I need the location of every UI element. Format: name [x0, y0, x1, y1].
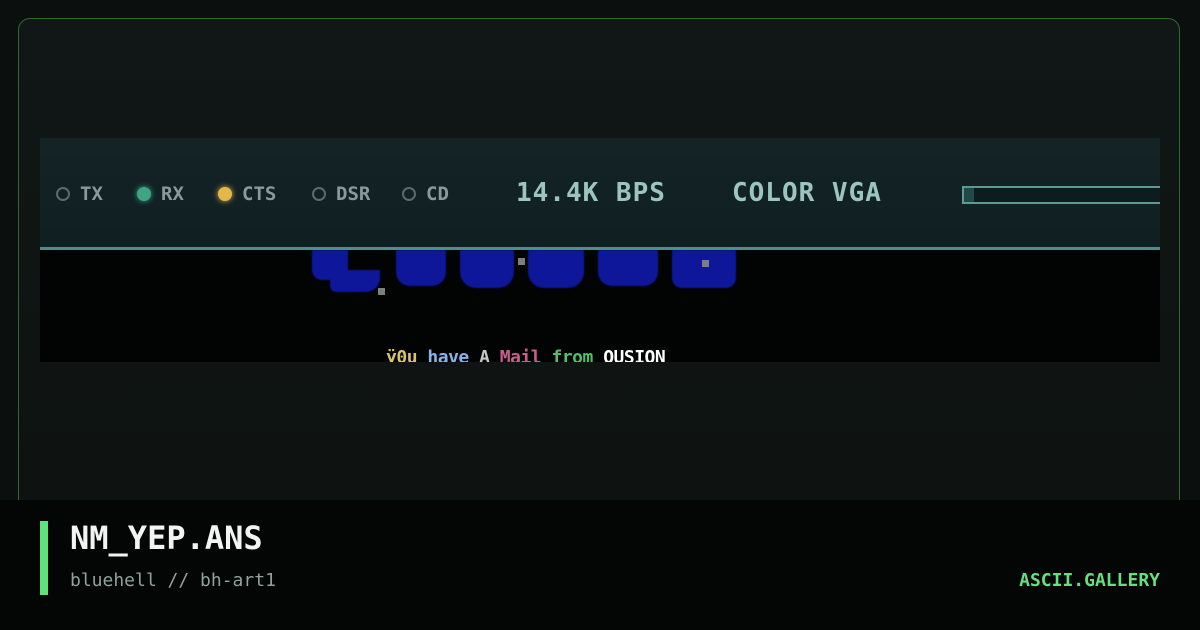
art-letter	[396, 250, 446, 286]
terminal-screen: ÿ0u have A Mail from QUSION TX RX CTS DS…	[40, 138, 1160, 362]
progress-fill	[964, 188, 975, 202]
dsr-led-icon	[312, 187, 326, 201]
indicator-label: DSR	[336, 183, 371, 205]
indicator-dsr: DSR	[312, 182, 370, 206]
indicator-label: RX	[161, 183, 184, 205]
indicator-cts: CTS	[218, 182, 276, 206]
indicator-label: CTS	[242, 183, 277, 205]
file-title: NM_YEP.ANS	[70, 519, 263, 557]
indicator-label: TX	[80, 183, 103, 205]
transfer-progress-bar	[962, 186, 1160, 204]
rx-led-icon	[137, 187, 151, 201]
art-letter	[672, 250, 736, 288]
art-letter	[330, 270, 380, 292]
ansi-segment: QUSION	[603, 347, 666, 362]
file-subtitle: bluehell // bh-art1	[70, 570, 276, 591]
baud-rate: 14.4K BPS	[516, 178, 666, 208]
indicator-label: CD	[426, 183, 449, 205]
indicator-tx: TX	[56, 182, 103, 206]
art-pixel	[702, 260, 709, 267]
cd-led-icon	[402, 187, 416, 201]
cts-led-icon	[218, 187, 232, 201]
art-pixel	[378, 288, 385, 295]
indicator-cd: CD	[402, 182, 449, 206]
ansi-message-line: ÿ0u have A Mail from QUSION	[324, 326, 666, 362]
art-letter	[460, 250, 514, 288]
brand-link[interactable]: ASCII.GALLERY	[1019, 570, 1160, 591]
ansi-segment: from	[551, 347, 593, 362]
tx-led-icon	[56, 187, 70, 201]
ansi-segment	[489, 347, 499, 362]
art-letter	[598, 250, 658, 286]
indicator-rx: RX	[137, 182, 184, 206]
ansi-segment	[469, 347, 479, 362]
ansi-segment: ÿ0u	[386, 347, 418, 362]
art-pixel	[518, 258, 525, 265]
modem-status-bar: TX RX CTS DSR CD 14.4K BPS COLOR VGA	[40, 138, 1160, 250]
ansi-segment	[593, 347, 603, 362]
ansi-segment	[417, 347, 427, 362]
ansi-art: ÿ0u have A Mail from QUSION	[40, 250, 1160, 362]
ansi-segment: have	[427, 347, 469, 362]
ansi-segment	[541, 347, 551, 362]
ansi-segment: Mail	[499, 347, 542, 362]
art-letter	[528, 250, 584, 288]
display-mode: COLOR VGA	[732, 178, 882, 208]
ansi-segment: A	[479, 347, 490, 362]
accent-bar	[40, 521, 48, 595]
